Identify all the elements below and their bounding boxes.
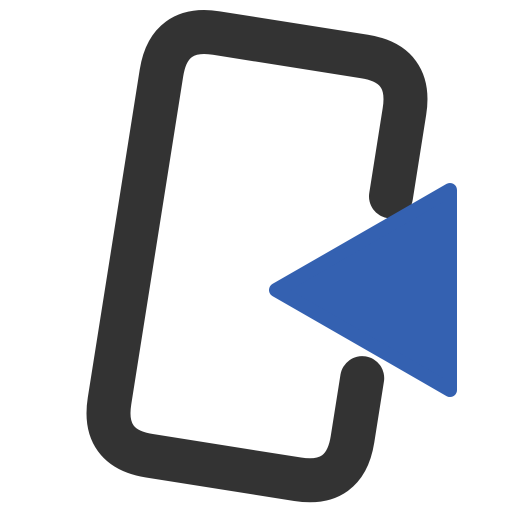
icon-canvas [0, 0, 512, 512]
exit-arrow-icon [86, 10, 457, 503]
